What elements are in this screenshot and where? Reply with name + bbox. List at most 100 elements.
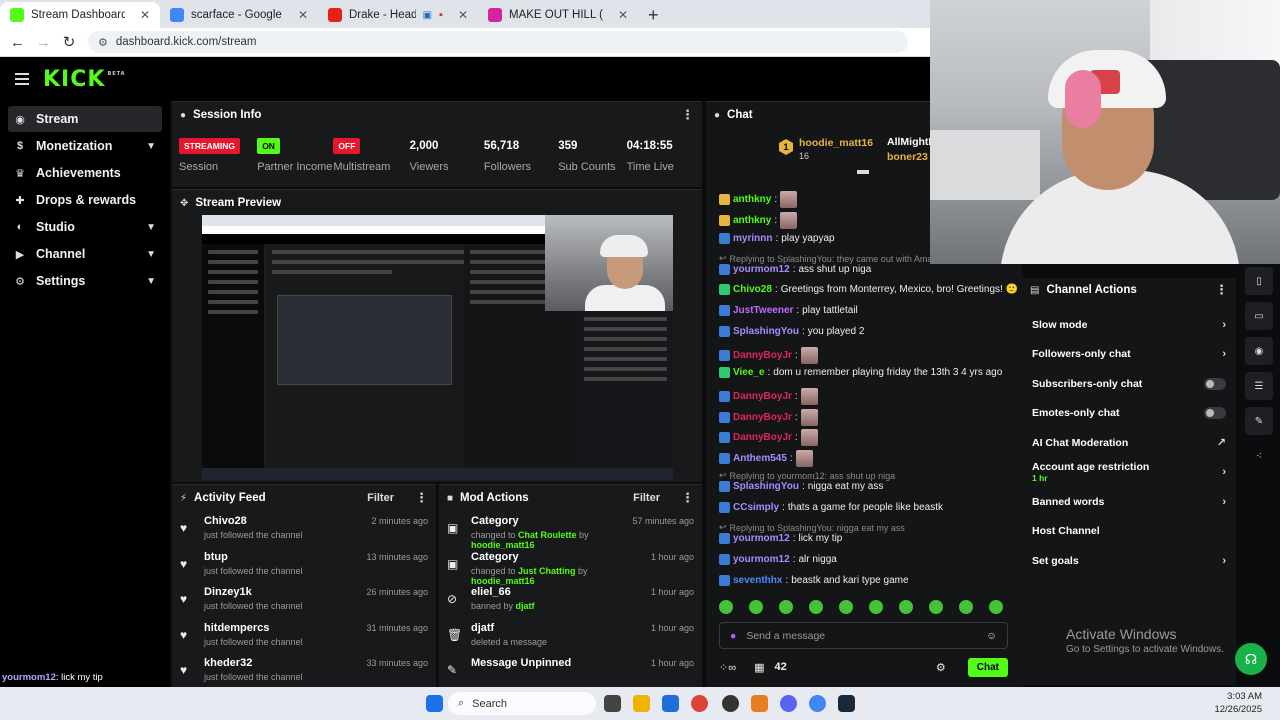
pinned-user[interactable]: AllMightE — [887, 136, 935, 148]
mute-icon[interactable]: ▪ — [439, 9, 443, 21]
browser-tab[interactable]: Stream Dashboard ✕ — [0, 2, 160, 28]
chat-send-button[interactable]: Chat — [967, 657, 1008, 677]
site-info-icon[interactable]: ⚙ — [98, 36, 108, 49]
chat-message[interactable]: yourmom12: alr nigga — [719, 554, 837, 565]
chat-username[interactable]: myrinnn — [733, 233, 772, 244]
chrome-active-icon[interactable] — [809, 695, 826, 712]
list-item[interactable]: ♥ Chivo28 just followed the channel 2 minut… — [172, 511, 436, 547]
channel-action-set-goals[interactable]: Set goals › — [1022, 546, 1236, 576]
more-options-icon[interactable]: ⋮ — [1215, 282, 1228, 298]
chat-username[interactable]: anthkny — [733, 215, 771, 226]
chat-username[interactable]: Viee_e — [733, 367, 765, 378]
close-tab-icon[interactable]: ✕ — [618, 8, 628, 22]
windows-start-icon[interactable] — [426, 695, 443, 712]
drag-handle-icon[interactable] — [857, 170, 869, 174]
chat-username[interactable]: yourmom12 — [733, 533, 790, 544]
obs-icon[interactable] — [722, 695, 739, 712]
broadcast-icon[interactable]: ◉ — [1245, 337, 1273, 365]
pinned-user[interactable]: hoodie_matt16 — [799, 137, 873, 149]
close-tab-icon[interactable]: ✕ — [458, 8, 468, 22]
url-field[interactable]: ⚙ dashboard.kick.com/stream — [88, 31, 908, 53]
toggle-switch[interactable] — [1204, 407, 1226, 420]
chat-username[interactable]: DannyBoyJr — [733, 432, 792, 443]
taskbar-search[interactable]: ⌕ Search — [448, 692, 596, 715]
chat-message[interactable]: myrinnn: play yapyap — [719, 233, 835, 244]
channel-action-emotes-only-chat[interactable]: Emotes-only chat — [1022, 399, 1236, 429]
chat-username[interactable]: DannyBoyJr — [733, 391, 792, 402]
chat-message[interactable]: SplashingYou: nigga eat my ass — [719, 481, 883, 492]
microphone-icon[interactable]: ● — [730, 630, 736, 642]
chat-message[interactable]: Viee_e: dom u remember playing friday the… — [719, 367, 1002, 378]
list-item[interactable]: 🗑 djatf deleted a message 1 hour ago — [439, 618, 702, 654]
chat-username[interactable]: DannyBoyJr — [733, 350, 792, 361]
close-tab-icon[interactable]: ✕ — [140, 8, 150, 22]
chat-message[interactable]: Anthem545: — [719, 450, 813, 467]
task-view-icon[interactable] — [604, 695, 621, 712]
emote-icon[interactable] — [749, 600, 763, 614]
list-item[interactable]: ▣ Category changed to Chat Roulette by hoo… — [439, 511, 702, 550]
reload-icon[interactable]: ↻ — [62, 33, 76, 51]
chat-message[interactable]: CCsimply: thats a game for people like be… — [719, 502, 943, 513]
emote-icon[interactable] — [719, 600, 733, 614]
close-tab-icon[interactable]: ✕ — [298, 8, 308, 22]
emote-icon[interactable] — [779, 600, 793, 614]
sidebar-item-channel[interactable]: ▶ Channel ▼ — [8, 241, 162, 267]
emote-icon[interactable] — [959, 600, 973, 614]
sidebar-item-achievements[interactable]: ♛ Achievements — [8, 160, 162, 186]
channel-action-ai-chat-moderation[interactable]: AI Chat Moderation ↗ — [1022, 428, 1236, 458]
list-item[interactable]: ▣ Category changed to Just Chatting by hoo… — [439, 547, 702, 586]
emote-icon[interactable] — [899, 600, 913, 614]
wrench-icon[interactable]: ✎ — [1245, 407, 1273, 435]
menu-icon[interactable] — [15, 73, 29, 85]
layout-icon[interactable]: ☰ — [1245, 372, 1273, 400]
steam-icon[interactable] — [838, 695, 855, 712]
chat-input[interactable]: ● Send a message ☺ — [719, 622, 1008, 649]
support-headset-icon[interactable]: ☊ — [1235, 643, 1267, 675]
mod-filter-button[interactable]: Filter — [633, 492, 660, 504]
list-item[interactable]: ♥ hitdempercs just followed the channel 31 … — [172, 618, 436, 654]
chat-username[interactable]: SplashingYou — [733, 481, 799, 492]
channel-action-host-channel[interactable]: Host Channel — [1022, 517, 1236, 547]
chat-message[interactable]: seventhhx: beastk and kari type game — [719, 575, 909, 586]
emote-icon[interactable] — [989, 600, 1003, 614]
list-item[interactable]: ♥ btup just followed the channel 13 minutes… — [172, 547, 436, 583]
chat-message[interactable]: DannyBoyJr: — [719, 429, 818, 446]
chat-username[interactable]: SplashingYou — [733, 326, 799, 337]
chat-message[interactable]: yourmom12: lick my tip — [719, 533, 842, 544]
toggle-switch[interactable] — [1204, 377, 1226, 390]
sidebar-item-settings[interactable]: ⚙ Settings ▼ — [8, 268, 162, 294]
discord-icon[interactable] — [780, 695, 797, 712]
emote-icon[interactable] — [869, 600, 883, 614]
chat-username[interactable]: Chivo28 — [733, 284, 772, 295]
browser-tab[interactable]: scarface - Google Search ✕ — [160, 2, 318, 28]
chat-message[interactable]: DannyBoyJr: — [719, 388, 818, 405]
chat-icon[interactable]: ▭ — [1245, 302, 1273, 330]
pinned-user[interactable]: boner23 — [887, 151, 928, 163]
chat-message[interactable]: anthkny: — [719, 191, 798, 208]
list-item[interactable]: ⊘ eliel_66 banned by djatf 1 hour ago — [439, 582, 702, 618]
more-options-icon[interactable]: ⋮ — [415, 490, 428, 506]
chat-username[interactable]: yourmom12 — [733, 554, 790, 565]
system-clock[interactable]: 3:03 AM 12/26/2025 — [1212, 690, 1262, 716]
chat-message[interactable]: Chivo28: Greetings from Monterrey, Mexico… — [719, 284, 1018, 295]
apps-icon[interactable]: ⁖ — [1245, 442, 1273, 470]
channel-action-account-age-restriction[interactable]: Account age restriction 1 hr › — [1022, 458, 1236, 488]
stream-preview-video[interactable] — [202, 215, 673, 480]
users-infinity-icon[interactable]: ⁘∞ — [719, 661, 736, 674]
forward-icon[interactable]: → — [36, 34, 51, 51]
list-item[interactable]: ♥ kheder32 just followed the channel 33 min… — [172, 653, 436, 689]
browser-tab[interactable]: Drake - Headlines (Explicit) ▣ ▪ ✕ — [318, 2, 478, 28]
chat-message[interactable]: anthkny: — [719, 212, 798, 229]
channel-action-slow-mode[interactable]: Slow mode › — [1022, 310, 1236, 340]
chat-username[interactable]: seventhhx — [733, 575, 782, 586]
chat-username[interactable]: yourmom12 — [733, 264, 790, 275]
chat-message[interactable]: yourmom12: ass shut up niga — [719, 264, 871, 275]
back-icon[interactable]: ← — [10, 34, 25, 51]
kick-logo[interactable]: KICK BETA — [43, 67, 126, 92]
chat-message[interactable]: JustTweener: play tattletail — [719, 305, 858, 316]
sidebar-item-studio[interactable]: ◐ Studio ▼ — [8, 214, 162, 240]
sidebar-item-stream[interactable]: ◉ Stream — [8, 106, 162, 132]
sidebar-item-monetization[interactable]: $ Monetization ▼ — [8, 133, 162, 159]
chat-username[interactable]: DannyBoyJr — [733, 412, 792, 423]
channel-action-banned-words[interactable]: Banned words › — [1022, 487, 1236, 517]
